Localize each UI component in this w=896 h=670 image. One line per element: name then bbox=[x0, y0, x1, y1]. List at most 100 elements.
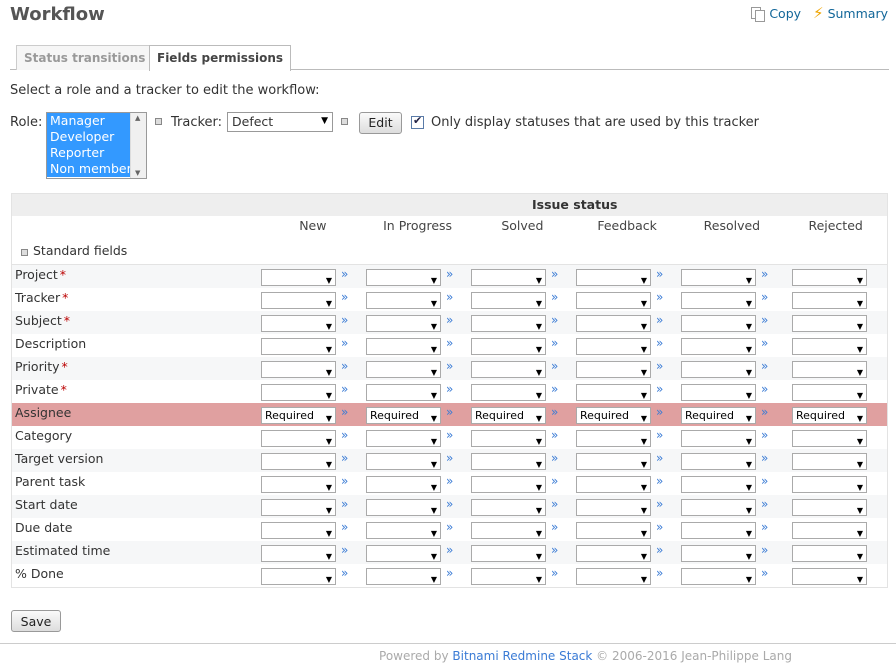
permission-select[interactable]: ▼ bbox=[261, 522, 336, 539]
permission-select[interactable]: Required ▼ bbox=[576, 407, 651, 424]
copy-to-right-icon[interactable]: » bbox=[761, 267, 768, 281]
copy-to-right-icon[interactable]: » bbox=[761, 359, 768, 373]
permission-select[interactable]: ▼ bbox=[366, 499, 441, 516]
permission-select[interactable]: ▼ bbox=[471, 476, 546, 493]
copy-to-right-icon[interactable]: » bbox=[656, 474, 663, 488]
copy-to-right-icon[interactable]: » bbox=[551, 405, 558, 419]
copy-to-right-icon[interactable]: » bbox=[551, 267, 558, 281]
copy-to-right-icon[interactable]: » bbox=[446, 336, 453, 350]
role-option[interactable]: Non member bbox=[47, 161, 132, 177]
permission-select[interactable]: ▼ bbox=[681, 338, 756, 355]
copy-to-right-icon[interactable]: » bbox=[656, 267, 663, 281]
permission-select[interactable]: ▼ bbox=[792, 384, 867, 401]
copy-to-right-icon[interactable]: » bbox=[551, 290, 558, 304]
permission-select[interactable]: ▼ bbox=[261, 476, 336, 493]
only-used-statuses-checkbox[interactable] bbox=[411, 114, 424, 129]
permission-select[interactable]: ▼ bbox=[576, 522, 651, 539]
permission-select[interactable]: ▼ bbox=[261, 315, 336, 332]
copy-to-right-icon[interactable]: » bbox=[761, 474, 768, 488]
copy-to-right-icon[interactable]: » bbox=[761, 290, 768, 304]
copy-to-right-icon[interactable]: » bbox=[446, 382, 453, 396]
copy-to-right-icon[interactable]: » bbox=[656, 382, 663, 396]
permission-select[interactable]: ▼ bbox=[261, 384, 336, 401]
copy-to-right-icon[interactable]: » bbox=[446, 359, 453, 373]
permission-select[interactable]: ▼ bbox=[261, 453, 336, 470]
permission-select[interactable]: ▼ bbox=[681, 292, 756, 309]
permission-select[interactable]: ▼ bbox=[366, 315, 441, 332]
copy-to-right-icon[interactable]: » bbox=[446, 405, 453, 419]
copy-to-right-icon[interactable]: » bbox=[761, 428, 768, 442]
copy-to-right-icon[interactable]: » bbox=[656, 313, 663, 327]
copy-to-right-icon[interactable]: » bbox=[551, 451, 558, 465]
permission-select[interactable]: ▼ bbox=[366, 292, 441, 309]
tracker-select[interactable]: Defect ▼ bbox=[227, 112, 333, 132]
permission-select[interactable]: ▼ bbox=[366, 453, 441, 470]
copy-to-right-icon[interactable]: » bbox=[341, 543, 348, 557]
toggle-multiselect-icon[interactable] bbox=[155, 118, 162, 125]
copy-to-right-icon[interactable]: » bbox=[551, 359, 558, 373]
copy-to-right-icon[interactable]: » bbox=[341, 267, 348, 281]
permission-select[interactable]: ▼ bbox=[792, 315, 867, 332]
copy-to-right-icon[interactable]: » bbox=[761, 336, 768, 350]
collapse-icon[interactable] bbox=[21, 249, 28, 256]
toggle-multiselect-icon[interactable] bbox=[341, 118, 348, 125]
permission-select[interactable]: Required ▼ bbox=[471, 407, 546, 424]
copy-link[interactable]: Copy bbox=[751, 6, 801, 22]
permission-select[interactable]: ▼ bbox=[471, 545, 546, 562]
copy-to-right-icon[interactable]: » bbox=[656, 336, 663, 350]
permission-select[interactable]: ▼ bbox=[366, 476, 441, 493]
copy-to-right-icon[interactable]: » bbox=[551, 566, 558, 580]
permission-select[interactable]: ▼ bbox=[576, 430, 651, 447]
permission-select[interactable]: Required ▼ bbox=[792, 407, 867, 424]
permission-select[interactable]: ▼ bbox=[261, 430, 336, 447]
permission-select[interactable]: ▼ bbox=[681, 430, 756, 447]
copy-to-right-icon[interactable]: » bbox=[341, 405, 348, 419]
permission-select[interactable]: ▼ bbox=[576, 361, 651, 378]
permission-select[interactable]: ▼ bbox=[681, 315, 756, 332]
role-scrollbar[interactable] bbox=[130, 113, 146, 178]
permission-select[interactable]: ▼ bbox=[681, 361, 756, 378]
permission-select[interactable]: ▼ bbox=[681, 384, 756, 401]
footer-link[interactable]: Bitnami Redmine Stack bbox=[452, 649, 592, 663]
permission-select[interactable]: ▼ bbox=[681, 476, 756, 493]
copy-to-right-icon[interactable]: » bbox=[761, 451, 768, 465]
copy-to-right-icon[interactable]: » bbox=[761, 566, 768, 580]
permission-select[interactable]: ▼ bbox=[261, 568, 336, 585]
permission-select[interactable]: ▼ bbox=[792, 545, 867, 562]
save-button[interactable]: Save bbox=[11, 610, 61, 632]
permission-select[interactable]: ▼ bbox=[366, 430, 441, 447]
copy-to-right-icon[interactable]: » bbox=[656, 290, 663, 304]
copy-to-right-icon[interactable]: » bbox=[446, 566, 453, 580]
permission-select[interactable]: ▼ bbox=[471, 453, 546, 470]
permission-select[interactable]: ▼ bbox=[261, 361, 336, 378]
permission-select[interactable]: ▼ bbox=[366, 545, 441, 562]
permission-select[interactable]: ▼ bbox=[576, 476, 651, 493]
permission-select[interactable]: ▼ bbox=[471, 269, 546, 286]
copy-to-right-icon[interactable]: » bbox=[656, 520, 663, 534]
copy-to-right-icon[interactable]: » bbox=[551, 497, 558, 511]
permission-select[interactable]: ▼ bbox=[471, 430, 546, 447]
permission-select[interactable]: ▼ bbox=[366, 338, 441, 355]
permission-select[interactable]: ▼ bbox=[471, 315, 546, 332]
copy-to-right-icon[interactable]: » bbox=[446, 313, 453, 327]
copy-to-right-icon[interactable]: » bbox=[656, 428, 663, 442]
copy-to-right-icon[interactable]: » bbox=[761, 313, 768, 327]
permission-select[interactable]: ▼ bbox=[471, 522, 546, 539]
copy-to-right-icon[interactable]: » bbox=[761, 497, 768, 511]
copy-to-right-icon[interactable]: » bbox=[446, 520, 453, 534]
permission-select[interactable]: ▼ bbox=[471, 499, 546, 516]
permission-select[interactable]: ▼ bbox=[792, 499, 867, 516]
copy-to-right-icon[interactable]: » bbox=[341, 290, 348, 304]
copy-to-right-icon[interactable]: » bbox=[656, 451, 663, 465]
permission-select[interactable]: ▼ bbox=[681, 269, 756, 286]
copy-to-right-icon[interactable]: » bbox=[551, 474, 558, 488]
copy-to-right-icon[interactable]: » bbox=[341, 451, 348, 465]
copy-to-right-icon[interactable]: » bbox=[341, 313, 348, 327]
copy-to-right-icon[interactable]: » bbox=[656, 543, 663, 557]
permission-select[interactable]: ▼ bbox=[366, 522, 441, 539]
permission-select[interactable]: ▼ bbox=[471, 568, 546, 585]
role-select[interactable]: Manager Developer Reporter Non member bbox=[46, 112, 147, 179]
permission-select[interactable]: ▼ bbox=[261, 338, 336, 355]
copy-to-right-icon[interactable]: » bbox=[761, 543, 768, 557]
permission-select[interactable]: ▼ bbox=[792, 430, 867, 447]
